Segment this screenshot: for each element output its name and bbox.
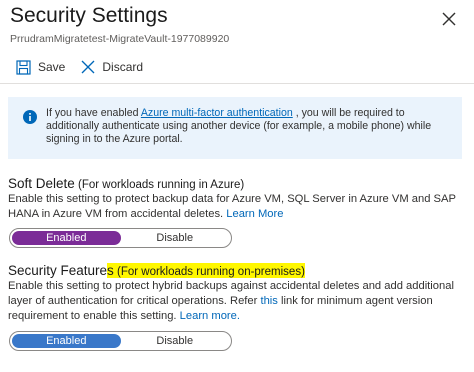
- security-features-title-end: s: [107, 263, 114, 278]
- discard-icon: [81, 60, 95, 74]
- security-features-enabled-option[interactable]: Enabled: [12, 334, 121, 348]
- soft-delete-description: Enable this setting to protect backup da…: [8, 192, 468, 222]
- security-features-heading: Security Features (For workloads running…: [8, 263, 305, 278]
- info-text-part: If you have enabled: [46, 107, 141, 119]
- page-subtitle: PrrudramMigratetest-MigrateVault-1977089…: [10, 33, 230, 45]
- discard-label: Discard: [102, 60, 144, 74]
- security-features-toggle: Enabled Disable: [9, 331, 232, 351]
- mfa-link[interactable]: Azure multi-factor authentication: [141, 107, 293, 119]
- info-text: If you have enabled Azure multi-factor a…: [46, 107, 446, 146]
- command-bar: Save Discard: [16, 58, 159, 76]
- agent-version-link[interactable]: this: [260, 295, 277, 307]
- security-features-title: Security Feature: [8, 263, 108, 278]
- highlighted-text: s (For workloads running on-premises): [107, 263, 305, 278]
- soft-delete-enabled-option[interactable]: Enabled: [12, 231, 121, 245]
- page-title: Security Settings: [10, 4, 168, 27]
- close-icon[interactable]: [438, 8, 460, 30]
- info-icon: [23, 110, 37, 124]
- soft-delete-title: Soft Delete: [8, 176, 75, 191]
- save-label: Save: [38, 60, 66, 74]
- save-button[interactable]: Save: [16, 59, 66, 75]
- security-features-disable-option[interactable]: Disable: [121, 334, 230, 348]
- soft-delete-toggle: Enabled Disable: [9, 228, 232, 248]
- discard-button[interactable]: Discard: [81, 60, 143, 74]
- save-icon: [16, 59, 31, 75]
- soft-delete-disable-option[interactable]: Disable: [121, 231, 230, 245]
- security-features-learn-more-link[interactable]: Learn more.: [180, 310, 240, 322]
- info-banner: If you have enabled Azure multi-factor a…: [8, 97, 462, 159]
- toolbar-divider: [0, 83, 474, 84]
- soft-delete-subtitle: (For workloads running in Azure): [74, 179, 245, 191]
- soft-delete-learn-more-link[interactable]: Learn More: [226, 208, 283, 220]
- soft-delete-heading: Soft Delete (For workloads running in Az…: [8, 176, 244, 191]
- security-features-subtitle: (For workloads running on-premises): [113, 266, 305, 278]
- security-features-description: Enable this setting to protect hybrid ba…: [8, 279, 468, 324]
